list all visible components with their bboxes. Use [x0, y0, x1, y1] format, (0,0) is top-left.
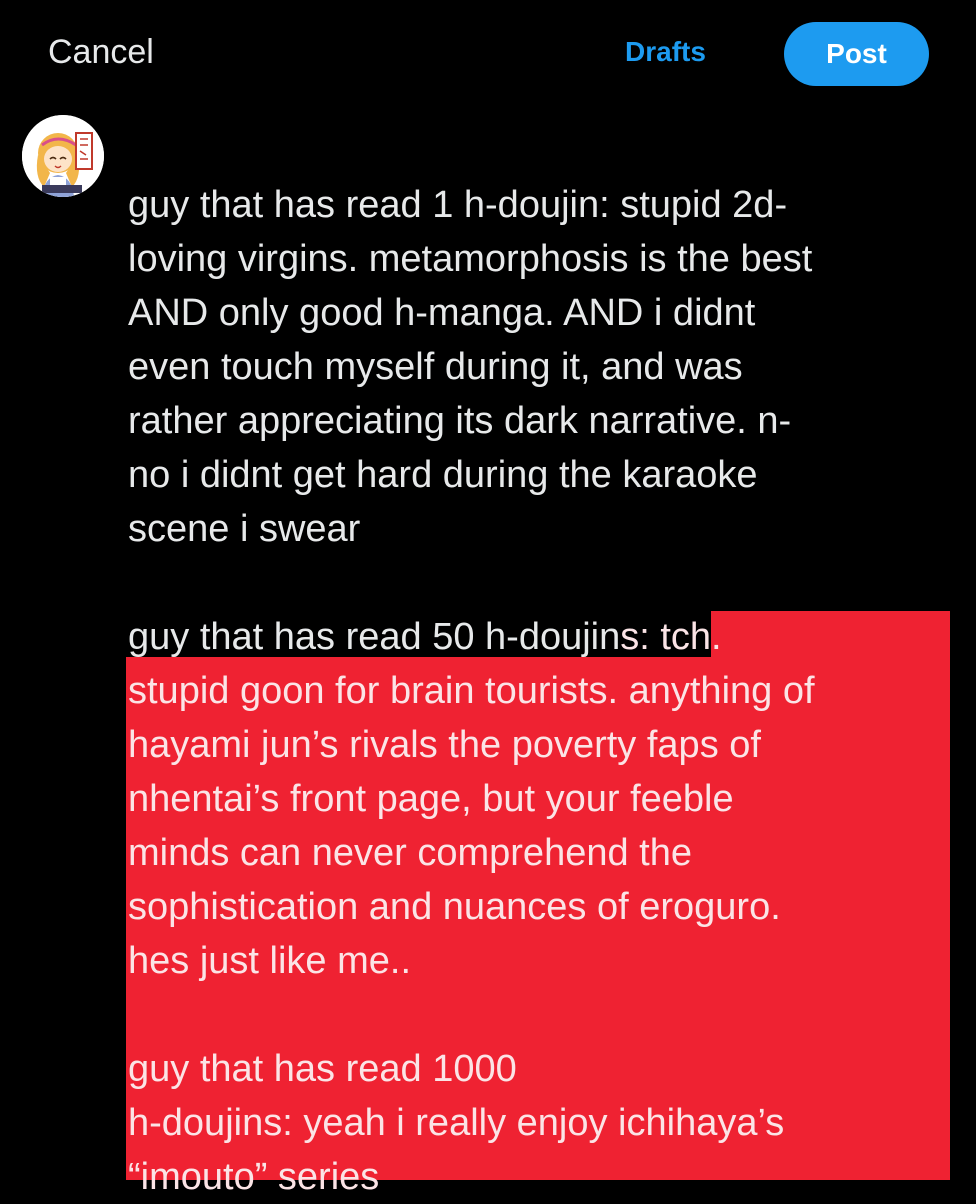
- composer-line: hes just like me..: [128, 940, 411, 982]
- composer-line-part: s: tch.: [620, 616, 722, 658]
- composer-line: no i didnt get hard during the karaoke: [128, 454, 758, 496]
- composer-line-part: guy that has read 50 h-doujin: [128, 616, 621, 658]
- composer-line: guy that has read 1 h-doujin: stupid 2d-: [128, 184, 788, 226]
- composer-line: stupid goon for brain tourists. anything…: [128, 670, 815, 712]
- composer-line: h-doujins: yeah i really enjoy ichihaya’…: [128, 1102, 785, 1144]
- composer-blank-line: [128, 556, 968, 610]
- anime-avatar-icon: [22, 115, 104, 197]
- composer-line: hayami jun’s rivals the poverty faps of: [128, 724, 761, 766]
- composer-line: “imouto” series: [128, 1156, 380, 1198]
- post-button[interactable]: Post: [784, 22, 929, 86]
- cancel-button[interactable]: Cancel: [48, 30, 154, 74]
- composer-line: sophistication and nuances of eroguro.: [128, 886, 781, 928]
- composer-line: rather appreciating its dark narrative. …: [128, 400, 792, 442]
- composer-line: scene i swear: [128, 508, 361, 550]
- composer-line-split: guy that has read 50 h-doujins: tch.: [128, 610, 968, 664]
- drafts-button[interactable]: Drafts: [625, 32, 706, 72]
- composer-line: nhentai’s front page, but your feeble: [128, 778, 734, 820]
- composer-blank-line: [128, 988, 968, 1042]
- composer-line: even touch myself during it, and was: [128, 346, 743, 388]
- composer-line: AND only good h-manga. AND i didnt: [128, 292, 756, 334]
- avatar[interactable]: [22, 115, 104, 197]
- composer-line: loving virgins. metamorphosis is the bes…: [128, 238, 813, 280]
- tweet-composer[interactable]: guy that has read 1 h-doujin: stupid 2d-…: [128, 178, 968, 1204]
- composer-line: guy that has read 1000: [128, 1048, 517, 1090]
- composer-line: minds can never comprehend the: [128, 832, 692, 874]
